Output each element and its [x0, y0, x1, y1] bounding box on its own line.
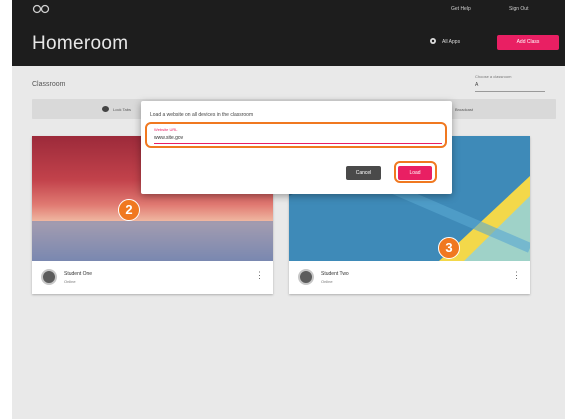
student-name: Student One [64, 271, 93, 277]
app-bar: Get Help Sign Out Homeroom All Apps Add … [12, 0, 565, 66]
avatar [41, 269, 57, 285]
tool-label: Lock Tabs [113, 106, 131, 112]
more-vert-icon[interactable]: ⋮ [255, 271, 264, 280]
student-status: Online [321, 279, 333, 284]
card-footer: Student One Online ⋮ [32, 261, 273, 294]
help-link[interactable]: Get Help [451, 6, 471, 12]
tool-label: Broadcast [455, 106, 474, 112]
cancel-button[interactable]: Cancel [346, 166, 381, 180]
dialog-title: Load a website on all devices in the cla… [150, 112, 254, 118]
load-button-highlight [394, 161, 437, 183]
more-vert-icon[interactable]: ⋮ [512, 271, 521, 280]
app-title: Homeroom [32, 33, 129, 54]
step-3-badge: 3 [438, 237, 460, 259]
sign-out-link[interactable]: Sign Out [509, 6, 528, 12]
tool-lock-tabs[interactable]: Lock Tabs [102, 105, 131, 113]
all-apps-link[interactable]: All Apps [442, 39, 460, 45]
app-window: Get Help Sign Out Homeroom All Apps Add … [12, 0, 565, 419]
logo-icon [32, 4, 50, 14]
lock-icon [102, 106, 109, 112]
apps-icon[interactable] [429, 37, 437, 45]
step-2-badge: 2 [118, 199, 140, 221]
student-status: Online [64, 279, 76, 284]
class-select-label: Choose a classroom [475, 74, 512, 79]
url-field-highlight [145, 122, 447, 148]
student-name: Student Two [321, 271, 349, 277]
avatar [298, 269, 314, 285]
class-label: Classroom [32, 81, 66, 88]
class-select[interactable]: A [475, 82, 545, 92]
add-class-button[interactable]: Add Class [497, 35, 559, 50]
card-footer: Student Two Online ⋮ [289, 261, 530, 294]
